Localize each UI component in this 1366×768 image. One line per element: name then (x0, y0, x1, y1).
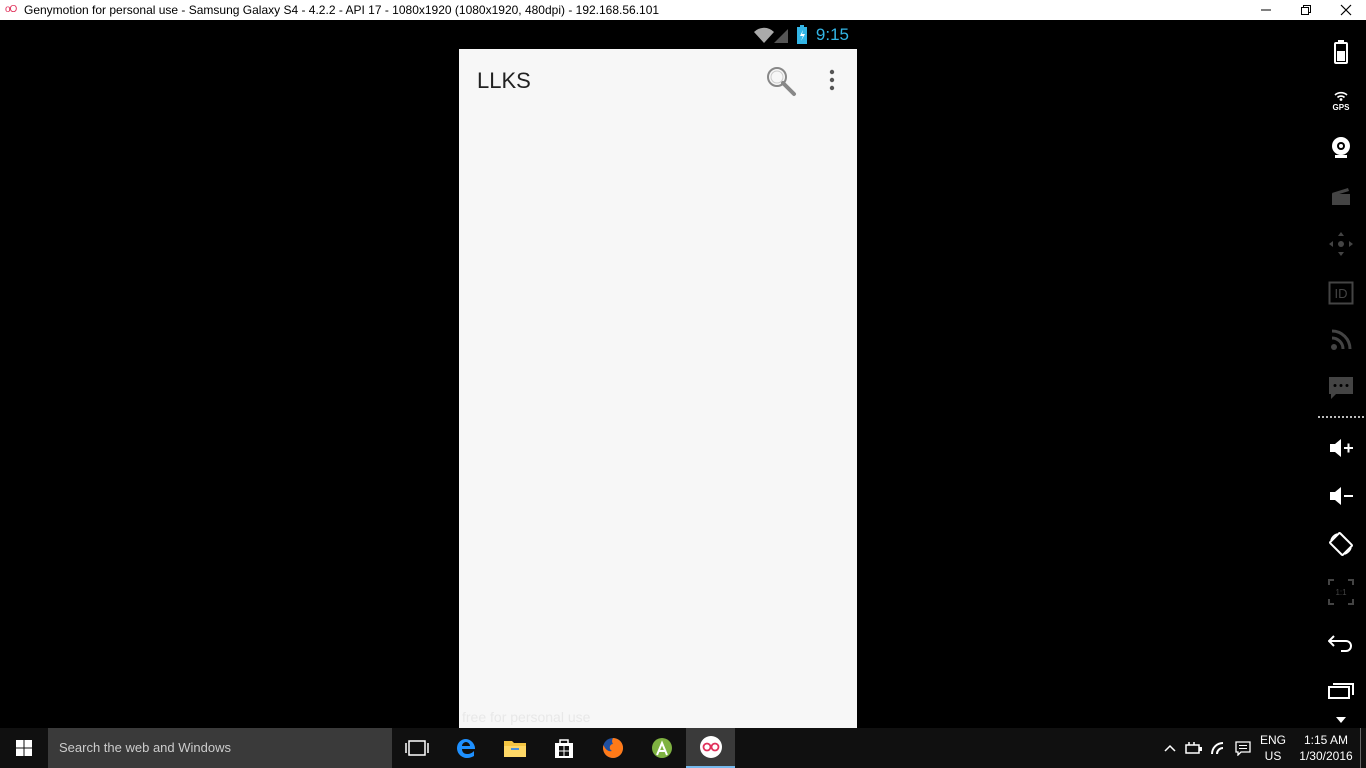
firefox-button[interactable] (588, 728, 637, 768)
show-hidden-icons-button[interactable] (1160, 728, 1180, 768)
webcam-widget-button[interactable] (1323, 130, 1359, 166)
window-controls (1246, 0, 1366, 20)
search-button[interactable] (765, 65, 797, 97)
genymotion-button[interactable] (686, 728, 735, 768)
device-id-widget-button[interactable]: ID (1323, 275, 1359, 311)
pixel-perfect-button[interactable]: 1:1 (1323, 574, 1359, 610)
window-title-bar: oO Genymotion for personal use - Samsung… (0, 0, 1366, 20)
wifi-icon (754, 27, 774, 43)
minimize-button[interactable] (1246, 0, 1286, 20)
webcam-icon (1332, 137, 1350, 158)
notification-icon (1235, 740, 1251, 756)
signal-icon (774, 29, 788, 43)
android-status-bar: 9:15 (459, 22, 857, 49)
input-language-indicator[interactable]: ENG US (1256, 732, 1290, 764)
taskbar-clock[interactable]: 1:15 AM 1/30/2016 (1295, 732, 1357, 764)
dpad-icon (1329, 232, 1353, 256)
close-button[interactable] (1326, 0, 1366, 20)
lang-line2: US (1264, 749, 1282, 763)
clock-date: 1/30/2016 (1299, 749, 1353, 763)
lang-line1: ENG (1259, 733, 1286, 747)
overflow-menu-button[interactable] (821, 67, 843, 93)
genymotion-toolbar: GPS ID 1:1 (1316, 20, 1366, 728)
power-tray-button[interactable] (1183, 728, 1205, 768)
minimize-icon (1261, 9, 1271, 11)
more-vert-icon (829, 69, 835, 91)
battery-icon (1334, 40, 1348, 64)
wifi-tray-icon (1211, 742, 1223, 754)
windows-taskbar: Search the web and Windows ENG US 1:15 A… (0, 728, 1366, 768)
device-id-icon: ID (1328, 281, 1354, 305)
search-icon (767, 67, 796, 96)
close-icon (1340, 4, 1352, 16)
android-studio-icon (651, 738, 672, 758)
genymotion-icon (699, 736, 722, 758)
search-placeholder: Search the web and Windows (59, 740, 231, 755)
network-tray-button[interactable] (1208, 728, 1230, 768)
app-title: LLKS (477, 68, 531, 93)
store-icon (554, 739, 573, 758)
back-button[interactable] (1323, 624, 1359, 660)
volume-down-icon (1330, 487, 1353, 505)
restore-button[interactable] (1286, 0, 1326, 20)
capture-widget-button[interactable] (1323, 178, 1359, 214)
clock-time: 1:15 AM (1303, 733, 1349, 747)
android-screen[interactable]: LLKS free for personal use (459, 49, 857, 728)
svg-text:1:1: 1:1 (1335, 588, 1347, 597)
message-icon (1329, 377, 1353, 399)
pixel-perfect-icon: 1:1 (1328, 579, 1354, 605)
chevron-up-icon (1164, 744, 1176, 752)
rss-network-icon (1331, 329, 1352, 350)
restore-icon (1301, 5, 1311, 15)
action-bar: LLKS (459, 49, 857, 109)
rotate-button[interactable] (1323, 526, 1359, 562)
start-button[interactable] (0, 728, 48, 768)
rotate-icon (1329, 532, 1353, 556)
task-view-icon (404, 740, 429, 756)
window-title: Genymotion for personal use - Samsung Ga… (24, 3, 660, 17)
edge-button[interactable] (441, 728, 490, 768)
windows-logo-icon (16, 740, 32, 756)
battery-charging-icon (797, 25, 807, 44)
taskbar-search-box[interactable]: Search the web and Windows (48, 728, 392, 768)
firefox-icon (602, 737, 623, 758)
edge-icon (456, 739, 475, 758)
svg-text:ID: ID (1335, 286, 1348, 301)
genymotion-app-icon: oO (5, 4, 17, 15)
watermark: free for personal use (462, 709, 591, 725)
store-button[interactable] (539, 728, 588, 768)
file-explorer-icon (503, 741, 526, 757)
status-time: 9:15 (815, 25, 849, 44)
action-center-button[interactable] (1232, 728, 1254, 768)
gps-widget-button[interactable]: GPS (1323, 81, 1359, 117)
remote-control-widget-button[interactable] (1323, 226, 1359, 262)
file-explorer-button[interactable] (490, 728, 539, 768)
toolbar-separator (1318, 416, 1364, 418)
battery-widget-button[interactable] (1323, 34, 1359, 70)
recent-apps-icon (1328, 683, 1354, 699)
volume-up-icon (1330, 439, 1353, 457)
back-icon (1328, 635, 1352, 652)
recent-apps-button[interactable] (1323, 672, 1359, 708)
volume-down-button[interactable] (1323, 478, 1359, 514)
clapperboard-icon (1332, 188, 1350, 205)
scroll-down-icon[interactable] (1336, 717, 1346, 724)
network-widget-button[interactable] (1323, 322, 1359, 358)
svg-text:GPS: GPS (1333, 103, 1351, 112)
show-desktop-button[interactable] (1360, 728, 1366, 768)
volume-up-button[interactable] (1323, 430, 1359, 466)
power-plug-icon (1185, 742, 1202, 754)
task-view-button[interactable] (392, 728, 441, 768)
gps-icon: GPS (1333, 91, 1351, 112)
android-studio-button[interactable] (637, 728, 686, 768)
sms-widget-button[interactable] (1323, 370, 1359, 406)
